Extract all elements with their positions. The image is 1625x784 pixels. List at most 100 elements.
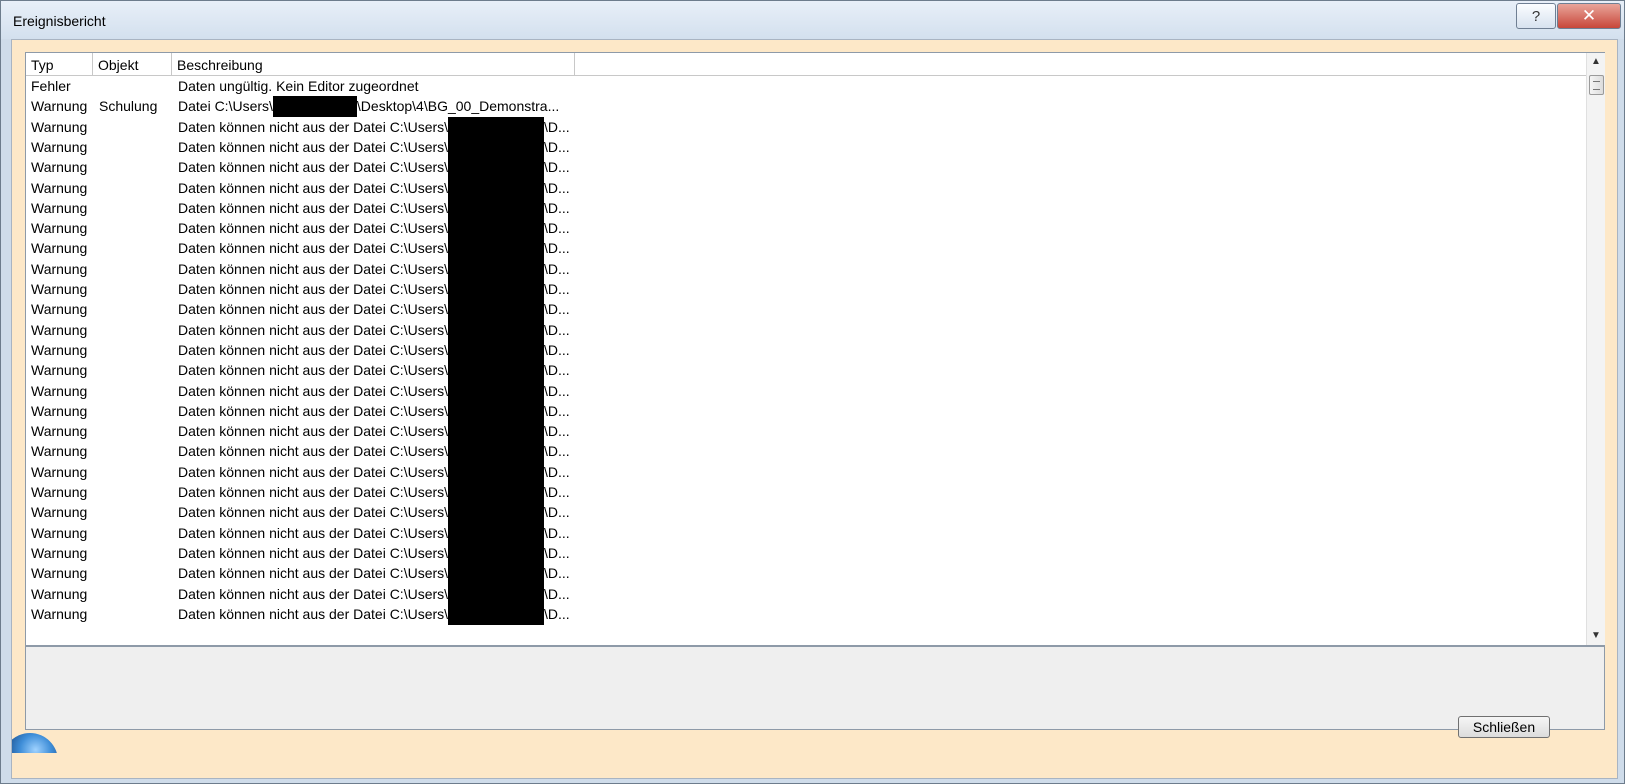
redaction-block (448, 258, 545, 280)
description-text: Daten können nicht aus der Datei C:\User… (178, 382, 449, 399)
table-row[interactable]: Fehler Daten ungültig. Kein Editor zugeor… (26, 76, 1586, 97)
description-suffix: \D... (544, 199, 570, 216)
vertical-scrollbar[interactable]: ▲ ▼ (1586, 53, 1605, 645)
description-suffix: \Desktop\4\BG_00_Demonstra... (356, 98, 560, 115)
table-row[interactable]: Warnung Daten können nicht aus der Datei … (26, 542, 1586, 564)
title-bar[interactable]: Ereignisbericht ? ✕ (1, 1, 1624, 39)
description-suffix: \D... (544, 382, 570, 399)
scroll-thumb[interactable] (1589, 75, 1604, 95)
description-text: Daten können nicht aus der Datei C:\User… (178, 565, 449, 582)
cell-beschreibung: Daten können nicht aus der Datei C:\User… (178, 157, 570, 179)
description-suffix: \D... (544, 605, 570, 622)
cell-typ: Warnung (31, 504, 88, 521)
cell-typ: Warnung (31, 402, 88, 419)
table-row[interactable]: Warnung Daten können nicht aus der Datei … (26, 279, 1586, 300)
table-row[interactable]: Warnung Daten können nicht aus der Datei … (26, 583, 1586, 605)
table-row[interactable]: Warnung Daten können nicht aus der Datei … (26, 421, 1586, 443)
cell-typ: Fehler (31, 78, 71, 94)
description-text: Daten können nicht aus der Datei C:\User… (178, 281, 449, 297)
cell-beschreibung: Daten können nicht aus der Datei C:\User… (178, 339, 570, 361)
description-text: Daten können nicht aus der Datei C:\User… (178, 260, 449, 277)
table-row[interactable]: Warnung Daten können nicht aus der Datei … (26, 461, 1586, 483)
scroll-down-icon[interactable]: ▼ (1587, 627, 1605, 645)
table-row[interactable]: Warnung Daten können nicht aus der Datei … (26, 502, 1586, 524)
table-row[interactable]: Warnung Daten können nicht aus der Datei … (26, 522, 1586, 544)
description-text: Daten können nicht aus der Datei C:\User… (178, 240, 449, 257)
redaction-block (448, 157, 545, 179)
cell-typ: Warnung (31, 240, 88, 257)
cell-beschreibung: Daten können nicht aus der Datei C:\User… (178, 177, 570, 199)
help-button[interactable]: ? (1516, 3, 1556, 29)
table-row[interactable]: Warnung Daten können nicht aus der Datei … (26, 258, 1586, 280)
table-row[interactable]: Warnung Daten können nicht aus der Datei … (26, 116, 1586, 138)
description-text: Daten können nicht aus der Datei C:\User… (178, 321, 449, 338)
table-row[interactable]: Warnung Daten können nicht aus der Datei … (26, 380, 1586, 402)
description-suffix: \D... (544, 220, 570, 237)
column-header-objekt[interactable]: Objekt (93, 53, 172, 75)
redaction-block (448, 482, 545, 503)
cell-typ: Warnung (31, 179, 88, 196)
description-text: Daten können nicht aus der Datei C:\User… (178, 179, 449, 196)
table-row[interactable]: Warnung Daten können nicht aus der Datei … (26, 299, 1586, 321)
table-row[interactable]: Warnung Daten können nicht aus der Datei … (26, 339, 1586, 361)
dialog-client-area: Typ Objekt Beschreibung Fehler Daten ungü… (11, 39, 1618, 779)
cell-beschreibung: Daten können nicht aus der Datei C:\User… (178, 238, 570, 260)
redaction-block (272, 96, 357, 118)
description-text: Daten können nicht aus der Datei C:\User… (178, 118, 449, 135)
description-suffix: \D... (544, 159, 570, 176)
table-body: Fehler Daten ungültig. Kein Editor zugeor… (26, 76, 1586, 645)
table-row[interactable]: Warnung Daten können nicht aus der Datei … (26, 360, 1586, 382)
description-suffix: \D... (544, 281, 570, 297)
cell-beschreibung: Daten können nicht aus der Datei C:\User… (178, 360, 570, 382)
description-text: Daten können nicht aus der Datei C:\User… (178, 443, 449, 460)
table-row[interactable]: Warnung Daten können nicht aus der Datei … (26, 400, 1586, 422)
cell-typ: Warnung (31, 199, 88, 216)
redaction-block (448, 400, 545, 422)
table-row[interactable]: Warnung Daten können nicht aus der Datei … (26, 177, 1586, 199)
cell-typ: Warnung (31, 159, 88, 176)
cell-beschreibung: Daten können nicht aus der Datei C:\User… (178, 421, 570, 443)
table-row[interactable]: Warnung Daten können nicht aus der Datei … (26, 603, 1586, 625)
cell-beschreibung: Daten können nicht aus der Datei C:\User… (178, 522, 570, 544)
cell-typ: Warnung (31, 138, 88, 155)
close-icon: ✕ (1581, 6, 1597, 25)
description-suffix: \D... (544, 463, 570, 480)
description-text: Daten können nicht aus der Datei C:\User… (178, 484, 449, 500)
table-row[interactable]: Warnung Daten können nicht aus der Datei … (26, 482, 1586, 503)
table-row[interactable]: Warnung Daten können nicht aus der Datei … (26, 157, 1586, 179)
table-row[interactable]: Warnung Schulung Datei C:\Users\ \Desktop\4… (26, 96, 1586, 118)
scroll-up-icon[interactable]: ▲ (1587, 53, 1605, 71)
column-header-beschreibung[interactable]: Beschreibung (172, 53, 575, 75)
column-header-typ[interactable]: Typ (26, 53, 93, 75)
table-row[interactable]: Warnung Daten können nicht aus der Datei … (26, 197, 1586, 219)
description-text: Daten können nicht aus der Datei C:\User… (178, 585, 449, 602)
redaction-block (448, 542, 545, 564)
cell-typ: Warnung (31, 565, 88, 582)
redaction-block (448, 360, 545, 382)
table-row[interactable]: Warnung Daten können nicht aus der Datei … (26, 441, 1586, 463)
cell-beschreibung: Daten können nicht aus der Datei C:\User… (178, 502, 570, 524)
schliessen-button[interactable]: Schließen (1458, 716, 1550, 738)
description-suffix: \D... (544, 484, 570, 500)
cell-beschreibung: Daten können nicht aus der Datei C:\User… (178, 482, 570, 503)
cell-beschreibung: Daten können nicht aus der Datei C:\User… (178, 563, 570, 585)
description-suffix: \D... (544, 118, 570, 135)
description-suffix: \D... (544, 301, 570, 318)
window-close-button[interactable]: ✕ (1557, 3, 1621, 29)
description-text: Daten können nicht aus der Datei C:\User… (178, 524, 449, 541)
description-suffix: \D... (544, 504, 570, 521)
description-text: Daten können nicht aus der Datei C:\User… (178, 544, 449, 561)
table-row[interactable]: Warnung Daten können nicht aus der Datei … (26, 136, 1586, 158)
redaction-block (448, 299, 545, 321)
window-title: Ereignisbericht (13, 13, 106, 29)
table-row[interactable]: Warnung Daten können nicht aus der Datei … (26, 238, 1586, 260)
app-logo-icon (12, 723, 58, 753)
description-suffix: \D... (544, 423, 570, 440)
redaction-block (448, 603, 545, 625)
table-row[interactable]: Warnung Daten können nicht aus der Datei … (26, 563, 1586, 585)
cell-beschreibung: Daten können nicht aus der Datei C:\User… (178, 380, 570, 402)
table-row[interactable]: Warnung Daten können nicht aus der Datei … (26, 319, 1586, 341)
description-suffix: \D... (544, 260, 570, 277)
cell-beschreibung: Daten können nicht aus der Datei C:\User… (178, 116, 570, 138)
table-row[interactable]: Warnung Daten können nicht aus der Datei … (26, 218, 1586, 240)
